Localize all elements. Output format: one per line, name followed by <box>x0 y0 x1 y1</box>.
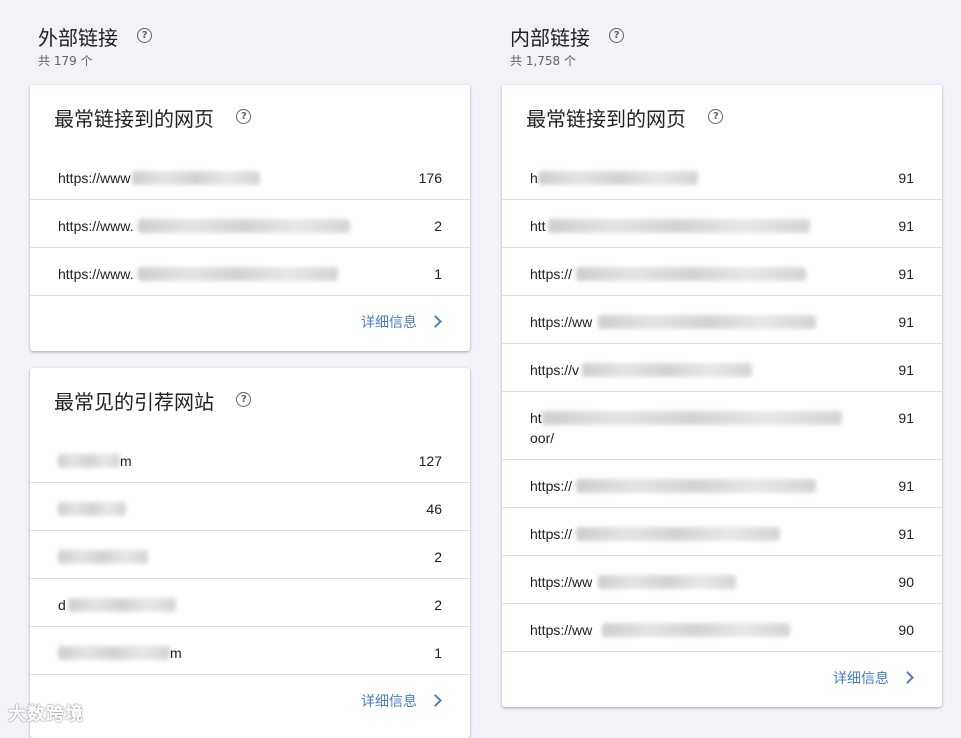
internal-links-title: 内部链接 <box>510 26 590 50</box>
row-count: 91 <box>898 314 914 330</box>
help-circle-icon[interactable]: ? <box>236 392 252 407</box>
internal-links-header: 内部链接 ? 共 1,758 个 <box>510 24 625 69</box>
row-url: d <box>58 597 66 613</box>
row-count: 90 <box>898 622 914 638</box>
row-url: https://ww <box>530 314 593 330</box>
external-top-sites-card: 最常见的引荐网站 ? m 127 46 2 d 2 m 1 详细信息 <box>30 368 470 738</box>
table-row[interactable]: https://ww 90 <box>502 556 942 604</box>
redacted-blur <box>58 454 120 468</box>
row-url: https://www. <box>58 266 134 282</box>
redacted-blur <box>68 598 176 612</box>
table-row[interactable]: 2 <box>30 531 470 579</box>
redacted-blur <box>58 646 170 660</box>
redacted-blur <box>598 315 816 329</box>
row-count: 91 <box>898 218 914 234</box>
table-row[interactable]: ht oor/ 91 <box>502 392 942 460</box>
help-circle-icon[interactable]: ? <box>236 109 252 124</box>
redacted-blur <box>138 219 350 233</box>
row-count: 91 <box>898 170 914 186</box>
row-url: htt <box>530 218 546 234</box>
redacted-blur <box>138 267 338 281</box>
row-count: 90 <box>898 574 914 590</box>
external-links-total: 共 179 个 <box>38 54 93 68</box>
table-row[interactable]: https:// 91 <box>502 248 942 296</box>
row-count: 1 <box>434 645 442 661</box>
table-row[interactable]: m 127 <box>30 435 470 483</box>
table-row[interactable]: https://www 176 <box>30 152 470 200</box>
row-url: https:// <box>530 266 573 282</box>
redacted-blur <box>576 479 816 493</box>
redacted-blur <box>542 411 842 425</box>
table-row[interactable]: https://v 91 <box>502 344 942 392</box>
redacted-blur <box>576 267 806 281</box>
row-count: 91 <box>898 266 914 282</box>
row-url-continued: oor/ <box>530 430 555 446</box>
row-count: 2 <box>434 218 442 234</box>
external-links-header: 外部链接 ? 共 179 个 <box>38 24 153 69</box>
row-count: 91 <box>898 478 914 494</box>
row-url: https://v <box>530 362 580 378</box>
table-row[interactable]: https://www. 2 <box>30 200 470 248</box>
row-count: 176 <box>418 170 442 186</box>
row-url: m <box>120 453 132 469</box>
row-url: https://www. <box>58 218 134 234</box>
external-links-title: 外部链接 <box>38 26 118 50</box>
row-url: https:// <box>530 526 573 542</box>
watermark: 大数跨境 <box>8 704 84 725</box>
table-row[interactable]: https://ww 91 <box>502 296 942 344</box>
row-count: 2 <box>434 549 442 565</box>
row-count: 91 <box>898 410 914 426</box>
row-url: https://ww <box>530 622 593 638</box>
row-url: https://ww <box>530 574 593 590</box>
row-count: 127 <box>418 453 442 469</box>
row-url: ht <box>530 410 542 426</box>
row-url: h <box>530 170 538 186</box>
redacted-blur <box>576 527 780 541</box>
internal-top-pages-card: 最常链接到的网页 ? h 91 htt 91 https:// 91 https… <box>502 85 942 707</box>
row-count: 2 <box>434 597 442 613</box>
external-top-pages-card: 最常链接到的网页 ? https://www 176 https://www. … <box>30 85 470 351</box>
table-row[interactable]: m 1 <box>30 627 470 675</box>
row-count: 91 <box>898 526 914 542</box>
redacted-blur <box>582 363 752 377</box>
redacted-blur <box>58 550 148 564</box>
help-circle-icon[interactable]: ? <box>708 109 724 124</box>
help-circle-icon[interactable]: ? <box>609 27 625 43</box>
row-count: 46 <box>426 501 442 517</box>
details-link[interactable]: 详细信息 <box>833 669 914 689</box>
redacted-blur <box>58 502 126 516</box>
help-circle-icon[interactable]: ? <box>137 27 153 43</box>
table-row[interactable]: 46 <box>30 483 470 531</box>
redacted-blur <box>548 219 810 233</box>
row-count: 1 <box>434 266 442 282</box>
table-row[interactable]: h 91 <box>502 152 942 200</box>
table-row[interactable]: https:// 91 <box>502 508 942 556</box>
details-link[interactable]: 详细信息 <box>361 313 442 333</box>
table-row[interactable]: d 2 <box>30 579 470 627</box>
row-count: 91 <box>898 362 914 378</box>
card-title: 最常链接到的网页 <box>526 107 686 131</box>
chevron-right-icon <box>429 315 442 328</box>
chevron-right-icon <box>429 694 442 707</box>
internal-links-total: 共 1,758 个 <box>510 54 576 68</box>
redacted-blur <box>602 623 790 637</box>
redacted-blur <box>598 575 736 589</box>
table-row[interactable]: https://www. 1 <box>30 248 470 296</box>
card-title: 最常链接到的网页 <box>54 107 214 131</box>
table-row[interactable]: https:// 91 <box>502 460 942 508</box>
redacted-blur <box>132 171 260 185</box>
table-row[interactable]: https://ww 90 <box>502 604 942 652</box>
redacted-blur <box>538 171 698 185</box>
card-title: 最常见的引荐网站 <box>54 390 214 414</box>
row-url: m <box>170 645 182 661</box>
details-link[interactable]: 详细信息 <box>361 692 442 712</box>
chevron-right-icon <box>901 671 914 684</box>
table-row[interactable]: htt 91 <box>502 200 942 248</box>
row-url: https://www <box>58 170 131 186</box>
row-url: https:// <box>530 478 573 494</box>
